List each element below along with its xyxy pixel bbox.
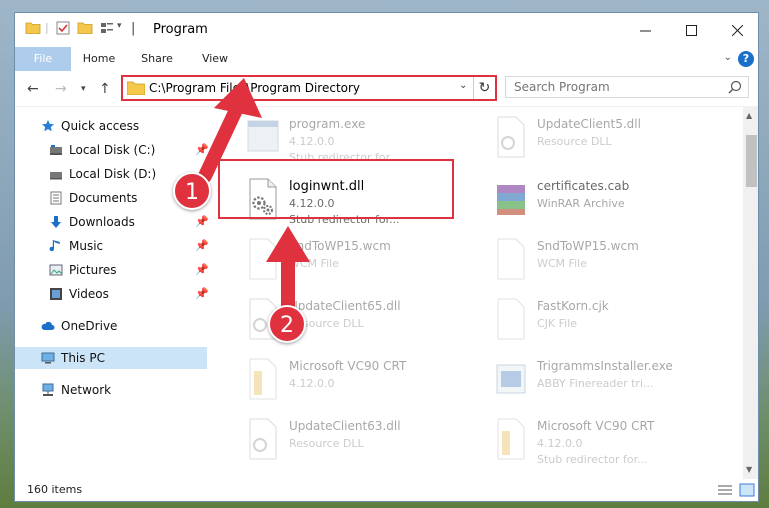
explorer-window: | ▾ | Program File Home Share View ⌄ ? ←… xyxy=(14,12,759,502)
pin-icon: 📌 xyxy=(195,263,209,276)
window-title: Program xyxy=(153,22,208,37)
customize-quick-access-icon[interactable] xyxy=(99,20,115,36)
scroll-up-icon[interactable]: ▲ xyxy=(746,111,752,120)
step-marker-2: 2 xyxy=(268,305,306,343)
pin-icon: 📌 xyxy=(195,239,209,252)
file-item[interactable]: FastKorn.cjk CJK File xyxy=(485,293,725,351)
up-arrow-icon[interactable]: ↑ xyxy=(99,81,111,97)
nav-item-local-disk-c[interactable]: Local Disk (C:) 📌 xyxy=(49,139,211,161)
status-bar: 160 items xyxy=(15,479,758,501)
tab-share[interactable]: Share xyxy=(135,47,179,71)
minimize-icon xyxy=(639,30,651,31)
scroll-down-icon[interactable]: ▼ xyxy=(746,465,752,474)
documents-icon xyxy=(50,191,62,205)
item-count: 160 items xyxy=(27,483,83,496)
installer-icon xyxy=(496,364,526,394)
star-icon xyxy=(42,120,54,132)
file-item[interactable]: Microsoft VC90 CRT 4.12.0.0 Stub redirec… xyxy=(485,413,725,471)
forward-arrow-icon[interactable]: → xyxy=(55,81,67,97)
dll-icon xyxy=(249,418,277,460)
music-icon xyxy=(49,240,60,252)
dll-icon xyxy=(497,116,525,158)
close-button[interactable] xyxy=(714,13,758,47)
network-icon xyxy=(42,383,54,396)
help-button[interactable]: ? xyxy=(738,51,754,67)
details-view-icon[interactable] xyxy=(717,483,733,497)
chevron-down-icon[interactable]: ▾ xyxy=(117,21,122,31)
refresh-icon[interactable]: ↻ xyxy=(473,77,495,99)
separator: | xyxy=(45,21,49,34)
pin-icon: 📌 xyxy=(195,215,209,228)
exe-icon xyxy=(247,120,279,152)
tab-view[interactable]: View xyxy=(193,47,237,71)
videos-icon xyxy=(50,288,62,300)
blank-file-icon xyxy=(497,238,525,280)
address-row: ← → ▾ ↑ C:\Program Files\Program Directo… xyxy=(15,71,758,107)
pin-icon: 📌 xyxy=(195,287,209,300)
archive-icon xyxy=(497,185,525,215)
pin-icon: 📌 xyxy=(195,143,209,156)
pc-icon xyxy=(41,352,55,364)
manifest-icon xyxy=(249,358,277,400)
ribbon-tabs: File Home Share View ⌄ ? xyxy=(15,47,758,105)
maximize-button[interactable] xyxy=(668,13,714,47)
close-icon xyxy=(731,24,743,36)
cloud-icon xyxy=(41,321,55,330)
blank-file-icon xyxy=(497,298,525,340)
nav-item-network[interactable]: Network xyxy=(41,379,211,401)
expand-ribbon-icon[interactable]: ⌄ xyxy=(724,52,732,63)
manifest-icon xyxy=(497,418,525,460)
file-item[interactable]: UpdateClient63.dll Resource DLL xyxy=(237,413,477,471)
file-item[interactable]: TrigrammsInstaller.exe ABBY Finereader t… xyxy=(485,353,725,411)
address-path: C:\Program Files\Program Directory xyxy=(149,81,361,95)
blank-file-icon xyxy=(249,238,277,280)
minimize-button[interactable] xyxy=(622,13,668,47)
folder-icon[interactable] xyxy=(25,20,41,36)
file-item[interactable]: SndToWP15.wcm WCM File xyxy=(485,233,725,291)
address-dropdown-icon[interactable]: ⌄ xyxy=(459,80,467,91)
file-item[interactable]: SndToWP15.wcm WCM File xyxy=(237,233,477,291)
new-folder-icon[interactable] xyxy=(77,20,93,36)
search-icon xyxy=(728,80,742,94)
nav-item-pictures[interactable]: Pictures 📌 xyxy=(49,259,211,281)
nav-item-music[interactable]: Music 📌 xyxy=(49,235,211,257)
scrollbar-thumb[interactable] xyxy=(746,135,757,187)
title-separator: | xyxy=(131,21,136,36)
drive-icon xyxy=(50,145,62,155)
nav-item-onedrive[interactable]: OneDrive xyxy=(41,315,211,337)
search-input[interactable] xyxy=(506,77,726,97)
drive-icon xyxy=(50,172,62,180)
nav-item-videos[interactable]: Videos 📌 xyxy=(49,283,211,305)
download-icon xyxy=(51,216,61,228)
nav-item-downloads[interactable]: Downloads 📌 xyxy=(49,211,211,233)
title-bar: | ▾ | Program xyxy=(15,13,758,47)
pictures-icon xyxy=(49,264,63,276)
large-icons-view-icon[interactable] xyxy=(739,483,755,497)
back-arrow-icon[interactable]: ← xyxy=(27,81,39,97)
properties-icon[interactable] xyxy=(55,20,71,36)
file-item[interactable]: Microsoft VC90 CRT 4.12.0.0 xyxy=(237,353,477,411)
recent-locations-icon[interactable]: ▾ xyxy=(81,84,86,94)
tab-home[interactable]: Home xyxy=(77,47,121,71)
navigation-pane: Quick access Local Disk (C:) 📌 Local Dis… xyxy=(15,107,211,479)
vertical-scrollbar[interactable]: ▲ ▼ xyxy=(743,107,758,479)
maximize-icon xyxy=(685,24,697,36)
nav-item-this-pc[interactable]: This PC xyxy=(15,347,207,369)
search-box[interactable] xyxy=(505,76,749,98)
step-marker-1: 1 xyxy=(173,172,211,210)
folder-icon xyxy=(127,81,145,95)
nav-item-quick-access[interactable]: Quick access xyxy=(41,115,211,137)
file-highlight-box xyxy=(218,159,454,219)
file-item[interactable]: UpdateClient5.dll Resource DLL xyxy=(485,111,725,169)
file-item[interactable]: certificates.cab WinRAR Archive xyxy=(485,173,725,231)
address-bar[interactable]: C:\Program Files\Program Directory ⌄ ↻ xyxy=(121,75,497,101)
